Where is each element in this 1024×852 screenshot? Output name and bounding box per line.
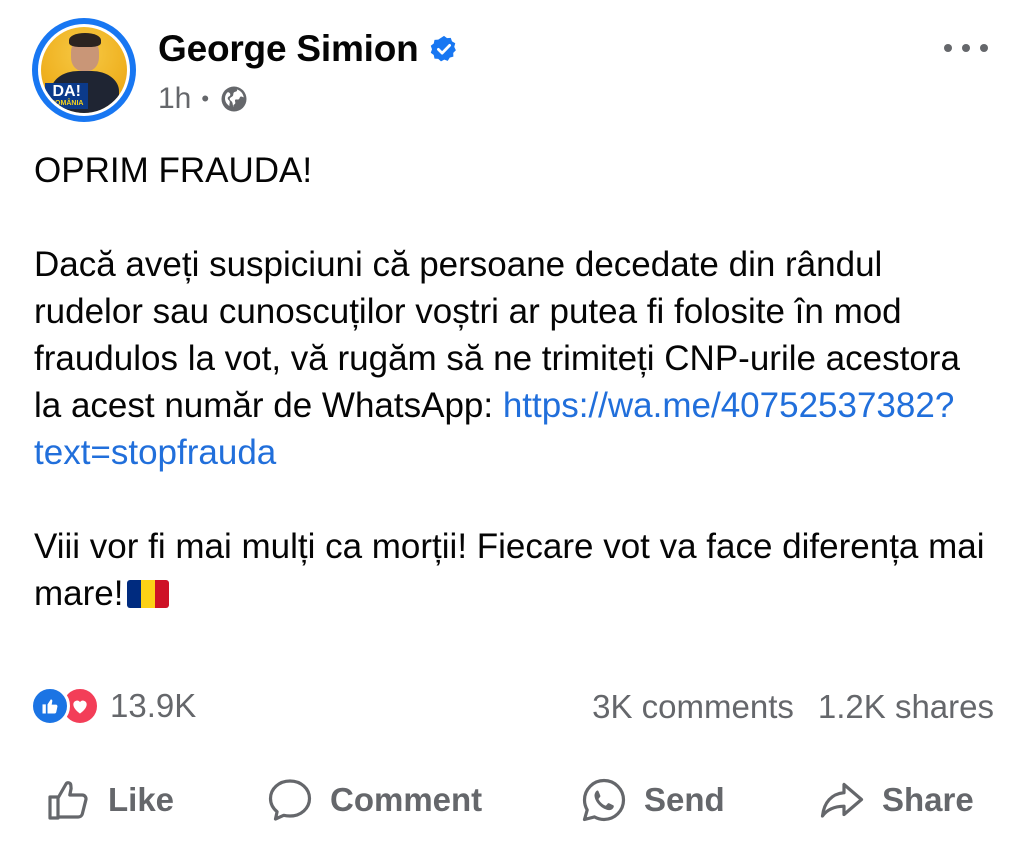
post-meta: 1h •	[158, 82, 249, 116]
comments-count[interactable]: 3K comments	[592, 688, 794, 726]
globe-icon	[221, 86, 247, 112]
post-message: OPRIM FRAUDA! Dacă aveți suspiciuni că p…	[34, 147, 994, 617]
profile-photo: DA! ROMÂNIA	[41, 27, 127, 113]
more-options-icon[interactable]	[944, 40, 988, 56]
reactions-summary[interactable]: 13.9K	[30, 686, 196, 726]
post-line-headline: OPRIM FRAUDA!	[34, 151, 313, 190]
post-paragraph-closing: Viii vor fi mai mulți ca morții! Fiecare…	[34, 527, 985, 613]
facebook-post: DA! ROMÂNIA George Simion 1h • OPRIM FRA…	[0, 0, 1024, 852]
avatar[interactable]: DA! ROMÂNIA	[32, 18, 136, 122]
whatsapp-send-icon	[582, 778, 626, 822]
send-button[interactable]: Send	[580, 768, 725, 832]
share-icon	[820, 782, 864, 818]
like-reaction-icon	[30, 686, 70, 726]
shares-count[interactable]: 1.2K shares	[818, 688, 994, 726]
author-name[interactable]: George Simion	[158, 28, 419, 70]
like-button[interactable]: Like	[44, 768, 174, 832]
post-timestamp[interactable]: 1h	[158, 82, 191, 116]
share-button[interactable]: Share	[818, 768, 974, 832]
post-paragraph-request: Dacă aveți suspiciuni că persoane deceda…	[34, 245, 960, 472]
verified-badge-icon	[430, 35, 456, 62]
like-icon	[48, 781, 88, 820]
avatar-party-badge: DA! ROMÂNIA	[45, 83, 89, 109]
action-bar: Like Comment Send Share	[0, 768, 1024, 832]
reactions-count: 13.9K	[110, 687, 197, 724]
romania-flag-emoji	[127, 580, 170, 608]
post-stats: 13.9K 3K comments 1.2K shares	[30, 682, 994, 732]
meta-separator: •	[201, 86, 210, 111]
comment-button[interactable]: Comment	[266, 768, 482, 832]
author-row: George Simion	[158, 28, 459, 70]
comment-icon	[268, 779, 312, 821]
